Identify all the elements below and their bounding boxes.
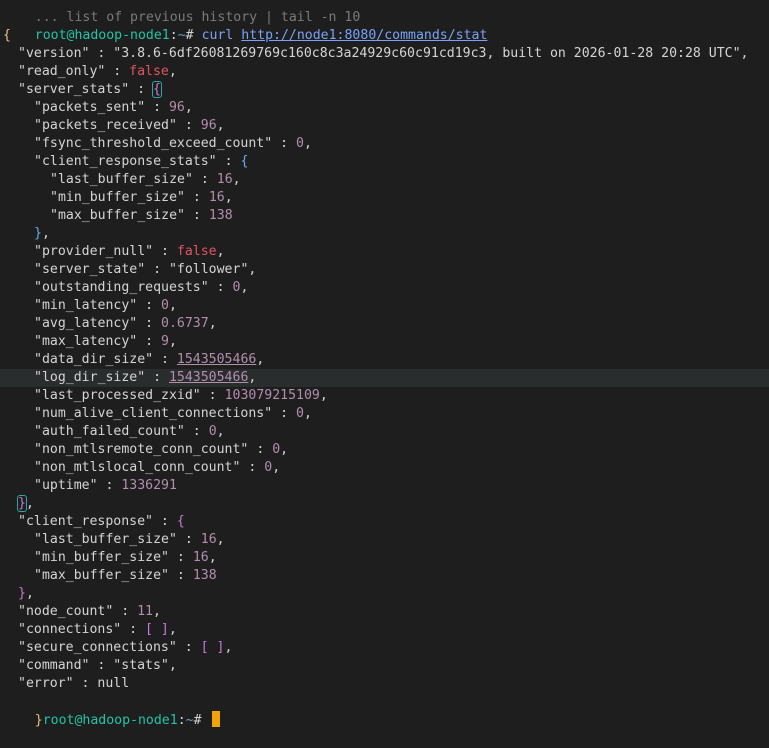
log-dir-size-link[interactable]: 1543505466: [169, 370, 248, 385]
prompt-symbol: #: [193, 713, 202, 728]
json-open-brace: {: [3, 28, 11, 43]
json-row-node-count: "node_count" : 11,: [18, 604, 161, 619]
json-row-crs-max-buffer: "max_buffer_size" : 138: [50, 208, 233, 223]
command-line: root@hadoop-node1:~# curl http://node1:8…: [0, 9, 769, 43]
json-row-log-dir-size: "log_dir_size" : 1543505466,: [0, 369, 769, 387]
json-row-avg-latency: "avg_latency" : 0.6737,: [34, 316, 217, 331]
json-row-provider-null: "provider_null" : false,: [34, 244, 225, 259]
value-read-only: false: [129, 64, 169, 79]
json-row-auth-failed-count: "auth_failed_count" : 0,: [34, 424, 225, 439]
json-row-secure-connections: "secure_connections" : [ ],: [18, 640, 233, 655]
json-row-version: "version" : "3.8.6-6df26081269769c160c8c…: [18, 46, 749, 61]
json-row-cr-max-buffer: "max_buffer_size" : 138: [34, 568, 217, 583]
json-row-error: "error" : null: [18, 676, 130, 691]
terminal-window[interactable]: ... list of previous history | tail -n 1…: [0, 0, 769, 728]
json-row-packets-received: "packets_received" : 96,: [34, 118, 225, 133]
json-row-server-stats: "server_stats" : {: [18, 81, 162, 98]
text-cursor[interactable]: [211, 711, 220, 727]
json-row-outstanding-requests: "outstanding_requests" : 0,: [34, 280, 249, 295]
json-row-cr-min-buffer: "min_buffer_size" : 16,: [34, 550, 217, 565]
server-stats-open-brace: {: [151, 81, 162, 98]
json-row-server-state: "server_state" : "follower",: [34, 262, 257, 277]
json-row-packets-sent: "packets_sent" : 96,: [34, 100, 193, 115]
json-row-max-latency: "max_latency" : 9,: [34, 334, 177, 349]
json-row-cr-last-buffer: "last_buffer_size" : 16,: [34, 532, 225, 547]
json-close-client-response: },: [18, 586, 34, 601]
json-row-min-latency: "min_latency" : 0,: [34, 298, 177, 313]
json-row-client-response: "client_response" : {: [18, 514, 185, 529]
json-row-last-processed-zxid: "last_processed_zxid" : 103079215109,: [34, 388, 328, 403]
json-row-uptime: "uptime" : 1336291: [34, 478, 177, 493]
prompt-path: ~: [185, 713, 194, 728]
json-row-fsync-threshold: "fsync_threshold_exceed_count" : 0,: [34, 136, 312, 151]
previous-output-line: ... list of previous history | tail -n 1…: [0, 0, 769, 25]
value-version: "3.8.6-6df26081269769c160c8c3a24929c60c9…: [113, 46, 741, 61]
json-row-crs-last-buffer: "last_buffer_size" : 16,: [50, 172, 241, 187]
json-row-connections: "connections" : [ ],: [18, 622, 177, 637]
json-close-server-stats: },: [17, 495, 34, 512]
prompt-line[interactable]: }root@hadoop-node1:~#: [0, 693, 769, 728]
json-row-read-only: "read_only" : false,: [18, 64, 177, 79]
json-row-non-mtlsremote: "non_mtlsremote_conn_count" : 0,: [34, 442, 289, 457]
json-row-crs-min-buffer: "min_buffer_size" : 16,: [50, 190, 233, 205]
json-close-client-response-stats: },: [34, 226, 50, 241]
json-close-brace: }: [34, 713, 43, 728]
data-dir-size-link[interactable]: 1543505466: [177, 352, 256, 367]
server-stats-close-brace: }: [17, 495, 27, 512]
prompt-user-host: root@hadoop-node1: [42, 713, 178, 728]
json-row-data-dir-size: "data_dir_size" : 1543505466,: [34, 352, 265, 367]
json-row-num-alive-client-connections: "num_alive_client_connections" : 0,: [34, 406, 312, 421]
json-row-command: "command" : "stats",: [18, 658, 177, 673]
json-row-client-response-stats: "client_response_stats" : {: [34, 154, 249, 169]
json-row-non-mtlslocal: "non_mtlslocal_conn_count" : 0,: [34, 460, 281, 475]
